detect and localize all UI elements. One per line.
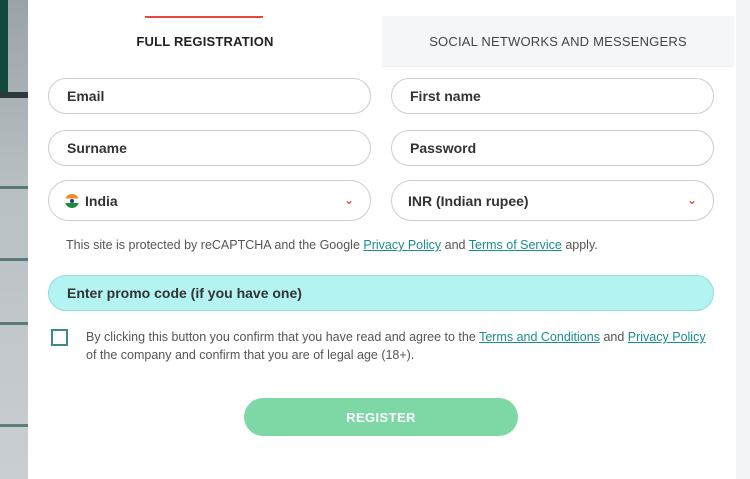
backdrop-line xyxy=(0,322,28,325)
country-select[interactable]: India ⌄ xyxy=(48,180,371,221)
email-input[interactable] xyxy=(67,88,370,104)
agreement-text: By clicking this button you confirm that… xyxy=(86,328,706,364)
promo-code-button[interactable]: Enter promo code (if you have one) xyxy=(48,275,714,311)
tab-full-registration-label: FULL REGISTRATION xyxy=(136,34,274,49)
backdrop-line xyxy=(0,186,28,189)
agreement-prefix: By clicking this button you confirm that… xyxy=(86,330,480,344)
page-backdrop xyxy=(0,0,28,479)
email-field[interactable] xyxy=(48,78,371,114)
surname-input[interactable] xyxy=(67,140,370,156)
backdrop-line xyxy=(0,258,28,261)
agreement-and: and xyxy=(599,330,628,344)
chevron-down-icon: ⌄ xyxy=(343,193,354,207)
recaptcha-notice-and: and xyxy=(441,238,469,252)
password-input[interactable] xyxy=(410,140,713,156)
recaptcha-notice: This site is protected by reCAPTCHA and … xyxy=(66,238,598,252)
first-name-field[interactable] xyxy=(391,78,714,114)
india-flag-icon xyxy=(65,193,79,208)
register-button-label: REGISTER xyxy=(346,409,416,425)
first-name-input[interactable] xyxy=(410,88,713,104)
backdrop-divider xyxy=(0,92,28,98)
registration-tabs: FULL REGISTRATION SOCIAL NETWORKS AND ME… xyxy=(28,16,734,67)
registration-modal: FULL REGISTRATION SOCIAL NETWORKS AND ME… xyxy=(28,0,750,479)
currency-select-value: INR (Indian rupee) xyxy=(408,192,529,209)
recaptcha-notice-suffix: apply. xyxy=(561,238,598,252)
terms-and-conditions-link[interactable]: Terms and Conditions xyxy=(479,330,600,344)
country-select-value: India xyxy=(85,192,118,209)
privacy-policy-link[interactable]: Privacy Policy xyxy=(363,238,441,252)
modal-edge xyxy=(736,0,750,479)
agreement-privacy-policy-link[interactable]: Privacy Policy xyxy=(628,330,706,344)
terms-of-service-link[interactable]: Terms of Service xyxy=(469,238,562,252)
promo-code-label: Enter promo code (if you have one) xyxy=(67,285,302,301)
chevron-down-icon: ⌄ xyxy=(686,193,697,207)
tab-social-networks-label: SOCIAL NETWORKS AND MESSENGERS xyxy=(429,33,687,49)
backdrop-accent-bar xyxy=(0,0,8,98)
recaptcha-notice-text: This site is protected by reCAPTCHA and … xyxy=(66,238,364,252)
agreement-suffix: of the company and confirm that you are … xyxy=(86,348,415,362)
password-field[interactable] xyxy=(391,130,714,166)
agree-terms-checkbox[interactable] xyxy=(51,329,68,346)
backdrop-line xyxy=(0,424,28,427)
tab-full-registration[interactable]: FULL REGISTRATION xyxy=(28,16,382,67)
register-button[interactable]: REGISTER xyxy=(244,398,518,436)
surname-field[interactable] xyxy=(48,130,371,166)
active-tab-indicator xyxy=(145,16,263,18)
currency-select[interactable]: INR (Indian rupee) ⌄ xyxy=(391,180,714,221)
tab-social-networks[interactable]: SOCIAL NETWORKS AND MESSENGERS xyxy=(382,16,734,67)
